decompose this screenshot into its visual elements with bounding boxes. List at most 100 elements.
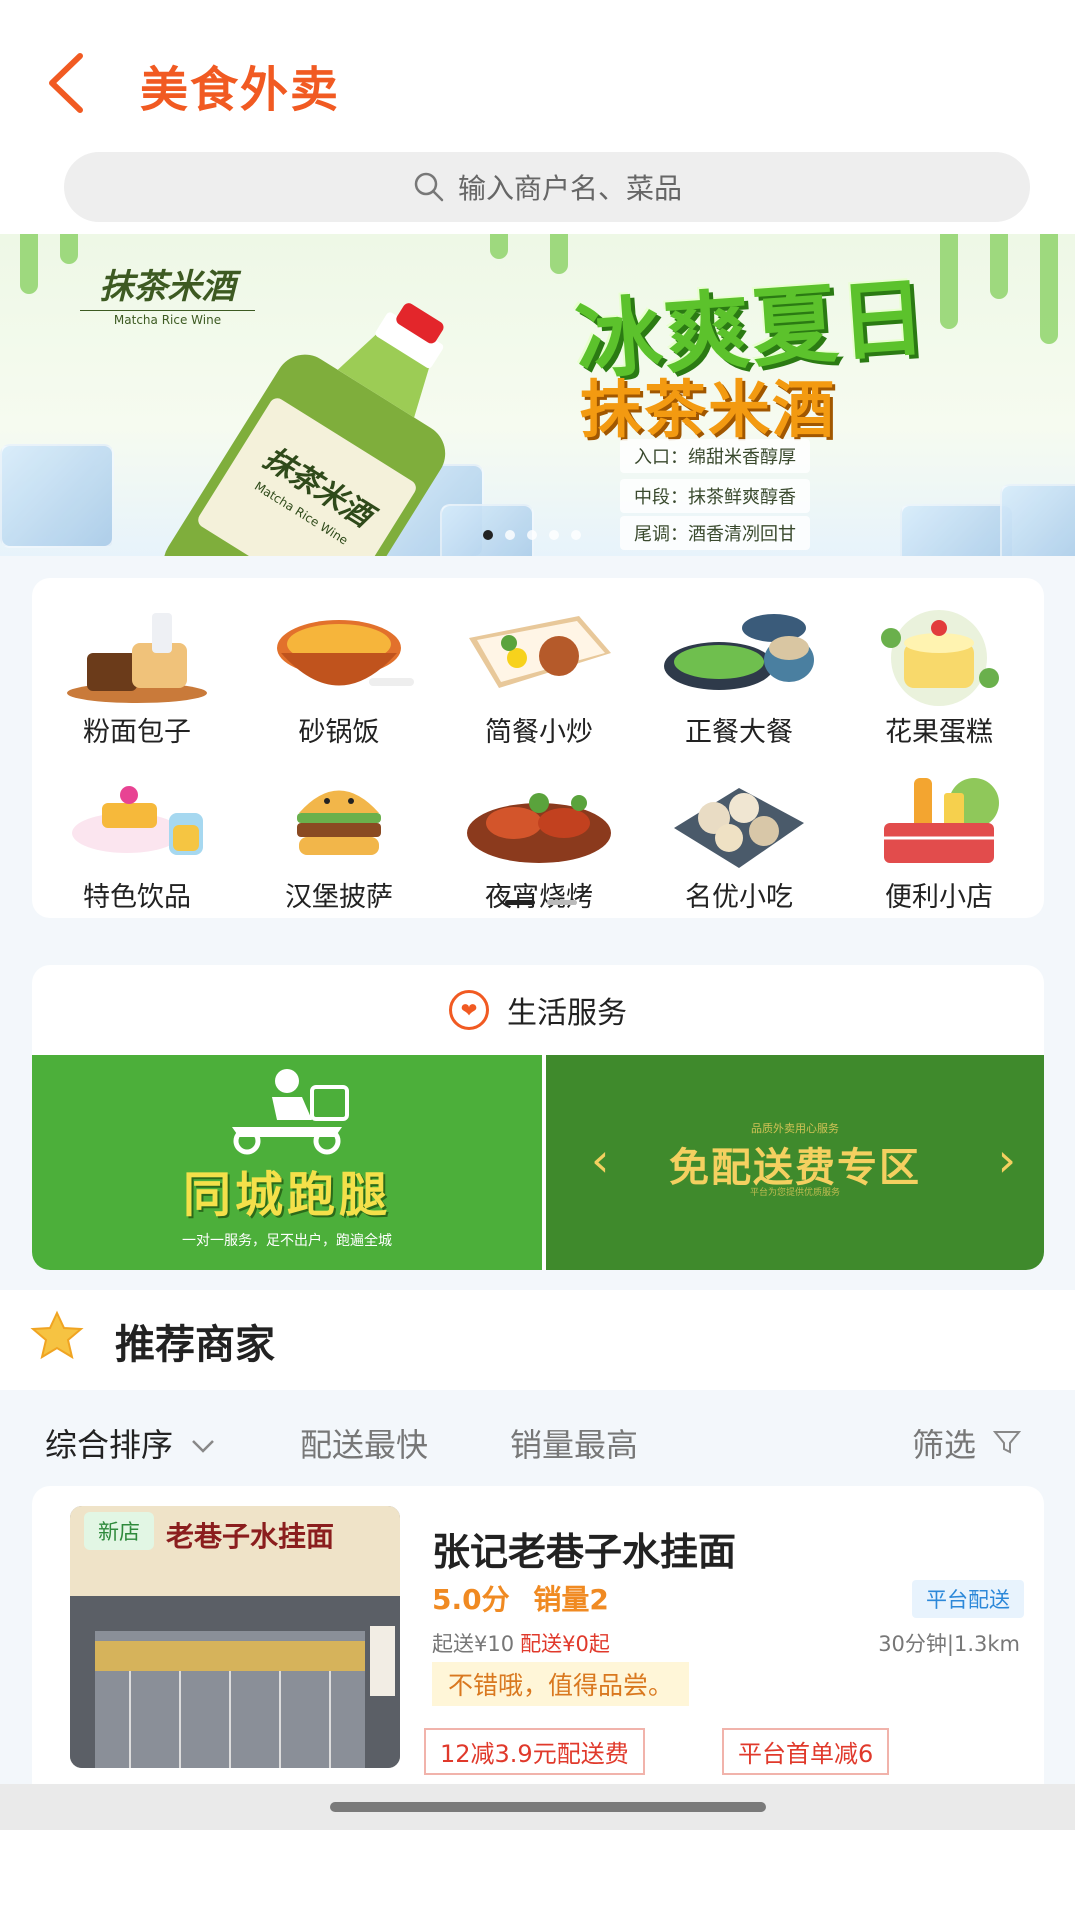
chevron-down-icon — [192, 1440, 215, 1453]
drip-decoration — [550, 234, 568, 274]
banner-note: 入口：绵甜米香醇厚 — [620, 439, 810, 473]
category-pager — [505, 900, 577, 905]
category-label: 简餐小炒 — [485, 717, 593, 748]
free-delivery-zone-button[interactable]: ‹ 品质外卖用心服务 免配送费专区 平台为您提供优质服务 › — [546, 1055, 1044, 1270]
life-service-card: ❤ 生活服务 同城跑腿 一对一服务，足不出户，跑遍全城 ‹ 品质外卖用心服务 免… — [32, 965, 1044, 1270]
category-item[interactable]: 汉堡披萨 — [244, 773, 434, 914]
page-title: 美食外卖 — [140, 62, 341, 118]
drip-decoration — [1040, 234, 1058, 344]
bbq-icon — [459, 773, 619, 873]
category-label: 砂锅饭 — [298, 717, 380, 748]
sort-fastest-tab[interactable]: 配送最快 — [300, 1420, 428, 1466]
category-label: 夜宵烧烤 — [485, 882, 593, 913]
category-label: 名优小吃 — [685, 882, 793, 913]
category-item[interactable]: 便利小店 — [844, 773, 1034, 914]
shop-score: 5.0分 — [432, 1583, 510, 1616]
category-item[interactable]: 粉面包子 — [42, 608, 232, 749]
shop-review: 不错哦，值得品尝。 — [432, 1662, 690, 1706]
sort-sales-tab[interactable]: 销量最高 — [510, 1420, 638, 1466]
shop-rating: 5.0分 销量2 — [432, 1578, 609, 1618]
search-icon — [414, 172, 444, 202]
min-order: 起送¥10 — [432, 1632, 515, 1656]
category-item[interactable]: 名优小吃 — [644, 773, 834, 914]
banner-pagination — [483, 530, 581, 540]
banner-product: 抹茶米酒 — [580, 373, 837, 446]
recommend-title: 推荐商家 — [115, 1322, 275, 1368]
category-label: 汉堡披萨 — [285, 882, 393, 913]
life-service-title: 生活服务 — [507, 996, 627, 1031]
life-service-header: ❤ 生活服务 — [32, 965, 1044, 1055]
drink-icon — [57, 773, 217, 873]
category-label: 花果蛋糕 — [885, 717, 993, 748]
category-label: 便利小店 — [885, 882, 993, 913]
shop-card[interactable]: 老巷子水挂面 新店 张记老巷子水挂面 5.0分 销量2 平台配送 起送¥10 配送… — [32, 1486, 1044, 1806]
shop-order-info: 起送¥10 配送¥0起 — [432, 1628, 610, 1658]
category-item[interactable]: 简餐小炒 — [444, 608, 634, 749]
star-icon — [30, 1310, 84, 1360]
bottle-image: 抹茶米酒 Matcha Rice Wine — [163, 303, 446, 556]
search-placeholder: 输入商户名、菜品 — [457, 172, 682, 205]
funnel-icon — [993, 1431, 1022, 1454]
back-button[interactable] — [42, 48, 92, 118]
pager-indicator — [547, 900, 577, 905]
chevron-right-icon[interactable]: › — [998, 1133, 1016, 1187]
category-label: 特色饮品 — [83, 882, 191, 913]
banner-note: 中段：抹茶鲜爽醇香 — [620, 479, 810, 513]
errand-subtitle: 一对一服务，足不出户，跑遍全城 — [182, 1233, 392, 1249]
coupon-tag[interactable]: 12减3.9元配送费 — [424, 1728, 645, 1775]
errand-title: 同城跑腿 — [182, 1167, 391, 1223]
category-label: 正餐大餐 — [685, 717, 793, 748]
shop-sales: 销量2 — [533, 1583, 609, 1616]
filter-label: 筛选 — [912, 1426, 977, 1464]
category-item[interactable]: 正餐大餐 — [644, 608, 834, 749]
chevron-left-icon — [49, 53, 83, 113]
svg-text:老巷子水挂面: 老巷子水挂面 — [166, 1520, 334, 1553]
pagination-dot — [505, 530, 515, 540]
page: 美食外卖 输入商户名、菜品 抹茶米酒 Matcha Rice Wine 抹茶米酒… — [0, 0, 1075, 1830]
cake-icon — [859, 608, 1019, 708]
delivery-time-distance: 30分钟|1.3km — [878, 1632, 1020, 1656]
burger-icon — [259, 773, 419, 873]
search-input[interactable]: 输入商户名、菜品 — [64, 152, 1030, 222]
coupon-tag[interactable]: 平台首单减6 — [722, 1728, 890, 1775]
ice-cube — [1000, 484, 1075, 556]
pagination-dot — [527, 530, 537, 540]
drip-decoration — [990, 234, 1008, 299]
scooter-rider-icon — [232, 1069, 349, 1155]
drip-decoration — [60, 234, 78, 264]
banner-note: 尾调：酒香清冽回甘 — [620, 516, 810, 550]
ice-cube — [900, 504, 1014, 556]
bread-icon — [57, 608, 217, 708]
top-bar: 美食外卖 — [0, 0, 1075, 150]
category-label: 粉面包子 — [83, 717, 191, 748]
drip-decoration — [940, 234, 958, 329]
shop-name: 张记老巷子水挂面 — [432, 1530, 737, 1574]
sort-label: 综合排序 — [45, 1426, 174, 1464]
snack-icon — [659, 773, 819, 873]
recommend-header: 推荐商家 — [0, 1290, 1075, 1390]
errand-service-button[interactable]: 同城跑腿 一对一服务，足不出户，跑遍全城 — [32, 1055, 542, 1270]
category-item[interactable]: 花果蛋糕 — [844, 608, 1034, 749]
drip-decoration — [490, 234, 508, 259]
new-shop-badge: 新店 — [84, 1512, 154, 1550]
drip-decoration — [20, 234, 38, 294]
category-grid: 粉面包子 砂锅饭 简餐小炒 正餐大餐 花果蛋糕 特色饮品 汉堡披萨 夜宵烧烤 名… — [32, 578, 1044, 918]
free-zone-footnote: 平台为您提供优质服务 — [749, 1188, 840, 1198]
claypot-icon — [259, 608, 419, 708]
delivery-tag: 平台配送 — [912, 1580, 1024, 1618]
promo-banner[interactable]: 抹茶米酒 Matcha Rice Wine 抹茶米酒 Matcha Rice W… — [0, 234, 1075, 556]
basket-icon — [859, 773, 1019, 873]
bento-icon — [459, 608, 619, 708]
free-zone-caption: 品质外卖用心服务 — [751, 1122, 839, 1135]
pagination-dot — [571, 530, 581, 540]
sort-dropdown[interactable]: 综合排序 — [45, 1420, 217, 1466]
category-item[interactable]: 砂锅饭 — [244, 608, 434, 749]
category-item[interactable]: 特色饮品 — [42, 773, 232, 914]
delivery-fee: 配送¥0起 — [520, 1632, 610, 1656]
category-item[interactable]: 夜宵烧烤 — [444, 773, 634, 914]
pagination-dot — [549, 530, 559, 540]
pagination-dot — [483, 530, 493, 540]
filter-button[interactable]: 筛选 — [912, 1420, 1022, 1466]
sort-filter-bar: 综合排序 配送最快 销量最高 筛选 — [0, 1390, 1075, 1490]
home-indicator[interactable] — [330, 1802, 766, 1812]
